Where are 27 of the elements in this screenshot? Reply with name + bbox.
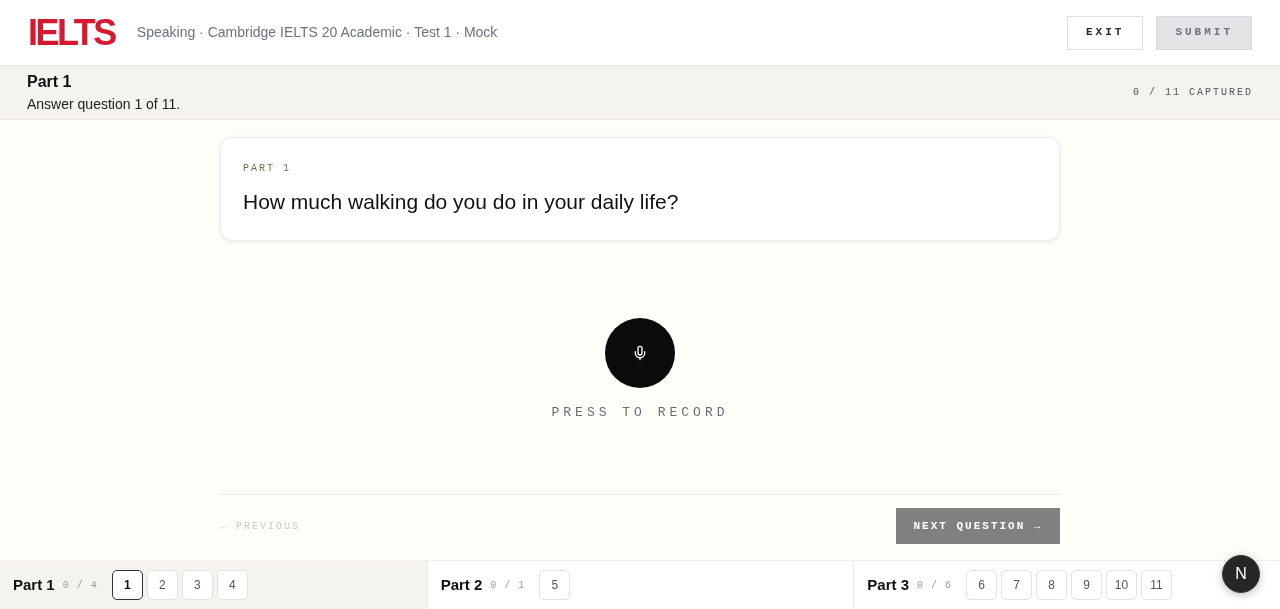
question-number-button[interactable]: 8 <box>1036 570 1068 600</box>
question-number-button[interactable]: 9 <box>1071 570 1103 600</box>
question-text: How much walking do you do in your daily life? <box>243 189 680 215</box>
question-number-button[interactable]: 6 <box>966 570 998 600</box>
part-subtitle: Answer question 1 of 11. <box>27 94 181 114</box>
question-number-button[interactable]: 4 <box>216 570 248 600</box>
part-count: 0 / 4 <box>62 578 98 593</box>
question-number-button[interactable]: 1 <box>111 570 143 600</box>
part-count: 0 / 6 <box>917 578 953 593</box>
part-title: Part 1 <box>27 71 73 92</box>
question-number-button[interactable]: 2 <box>146 570 178 600</box>
record-hint: PRESS TO RECORD <box>551 404 729 422</box>
captured-count: 0 / 11 CAPTURED <box>1133 86 1253 100</box>
question-number-button[interactable]: 5 <box>539 570 571 600</box>
question-number-button[interactable]: 10 <box>1106 570 1138 600</box>
exit-button[interactable]: EXIT <box>1067 15 1144 50</box>
question-number-button[interactable]: 7 <box>1001 570 1033 600</box>
part-count: 0 / 1 <box>490 578 526 593</box>
question-number-button[interactable]: 11 <box>1141 570 1173 600</box>
ielts-logo: IELTS <box>28 14 115 51</box>
question-number-button[interactable]: 3 <box>181 570 213 600</box>
part-label: Part 1 <box>13 574 55 595</box>
part-label: Part 3 <box>867 574 910 595</box>
part-label: Part 2 <box>440 574 483 595</box>
card-eyebrow: PART 1 <box>243 162 292 176</box>
breadcrumb-text: Speaking · Cambridge IELTS 20 Academic · Test 1 · Mock <box>136 23 498 42</box>
microphone-icon <box>632 345 648 361</box>
